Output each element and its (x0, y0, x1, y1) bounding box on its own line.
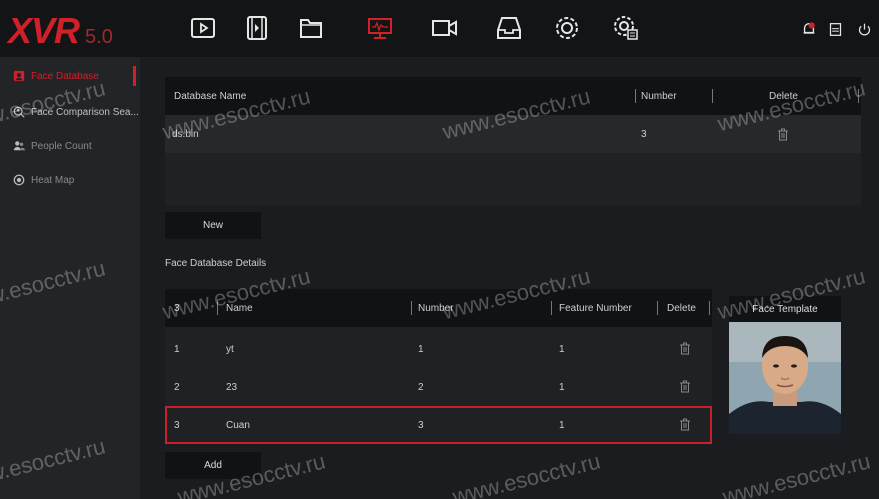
system-settings-icon[interactable] (611, 13, 641, 43)
details-title: Face Database Details (165, 258, 267, 269)
video-clip-icon[interactable] (242, 13, 272, 43)
row-index: 1 (174, 343, 180, 355)
monitor-icon[interactable] (365, 13, 395, 43)
sidebar: Face Database Face Comparison Sea... Peo… (0, 58, 140, 499)
face-template-photo (729, 322, 841, 434)
column-index: 3 (174, 302, 180, 314)
playback-icon[interactable] (188, 13, 218, 43)
delete-icon[interactable] (679, 342, 691, 355)
power-icon[interactable] (855, 20, 873, 38)
top-bar: XVR 5.0 (0, 0, 879, 58)
row-number: 1 (418, 343, 424, 355)
sidebar-item-label: Face Database (31, 70, 99, 82)
new-button[interactable]: New (165, 212, 261, 239)
delete-icon[interactable] (679, 418, 691, 431)
row-feature-number: 1 (559, 419, 565, 431)
folder-icon[interactable] (296, 13, 326, 43)
people-icon (12, 139, 26, 153)
sidebar-item-label: Face Comparison Sea... (31, 106, 139, 118)
column-feature-number: Feature Number (559, 302, 632, 314)
add-button[interactable]: Add (165, 452, 261, 479)
row-number: 2 (418, 381, 424, 393)
column-delete: Delete (769, 90, 798, 102)
row-name: Cuan (226, 419, 250, 431)
sidebar-item-heat-map[interactable]: Heat Map (0, 166, 140, 194)
delete-icon[interactable] (777, 128, 789, 141)
database-table-header: Database Name Number Delete (165, 77, 861, 115)
table-row[interactable]: 1 yt 1 1 (165, 330, 712, 368)
row-name: 23 (226, 381, 238, 393)
row-database-name: ds.bin (172, 128, 199, 140)
storage-icon[interactable] (494, 13, 524, 43)
column-divider (858, 89, 859, 103)
log-icon[interactable] (826, 20, 844, 38)
sidebar-item-face-database[interactable]: Face Database (0, 62, 140, 90)
watermark: www.esocctv.ru (450, 448, 603, 499)
delete-icon[interactable] (679, 380, 691, 393)
row-index: 2 (174, 381, 180, 393)
row-feature-number: 1 (559, 381, 565, 393)
column-divider (657, 301, 658, 315)
camera-icon[interactable] (430, 13, 460, 43)
column-divider (712, 89, 713, 103)
column-delete: Delete (667, 302, 696, 314)
column-database-name: Database Name (174, 90, 247, 102)
watermark: www.esocctv.ru (720, 448, 873, 499)
column-divider (411, 301, 412, 315)
column-number: Number (418, 302, 454, 314)
row-name: yt (226, 343, 234, 355)
sidebar-item-label: People Count (31, 140, 92, 152)
logo: XVR 5.0 (8, 10, 113, 51)
face-template-label: Face Template (729, 296, 841, 322)
table-row-selected[interactable]: 3 Cuan 3 1 (165, 406, 712, 444)
logo-brand: XVR (8, 10, 80, 51)
database-table: Database Name Number Delete ds.bin 3 (165, 77, 861, 205)
face-template-panel: Face Template (729, 296, 841, 434)
sidebar-item-face-comparison[interactable]: Face Comparison Sea... (0, 98, 140, 126)
row-index: 3 (174, 419, 180, 431)
details-table-header: 3 Name Number Feature Number Delete (165, 289, 712, 327)
column-divider (709, 301, 710, 315)
face-icon (12, 69, 26, 83)
face-search-icon (12, 105, 26, 119)
sidebar-item-people-count[interactable]: People Count (0, 132, 140, 160)
column-number: Number (641, 90, 677, 102)
column-divider (551, 301, 552, 315)
settings-icon[interactable] (552, 13, 582, 43)
alarm-bell-icon[interactable] (800, 20, 818, 38)
table-row[interactable]: 2 23 2 1 (165, 368, 712, 406)
column-divider (635, 89, 636, 103)
column-name: Name (226, 302, 253, 314)
column-divider (217, 301, 218, 315)
sidebar-item-label: Heat Map (31, 174, 75, 186)
row-number: 3 (641, 128, 647, 140)
row-number: 3 (418, 419, 424, 431)
table-row[interactable]: ds.bin 3 (165, 115, 861, 153)
row-feature-number: 1 (559, 343, 565, 355)
heatmap-icon (12, 173, 26, 187)
logo-version: 5.0 (85, 26, 113, 48)
active-marker (133, 66, 136, 86)
